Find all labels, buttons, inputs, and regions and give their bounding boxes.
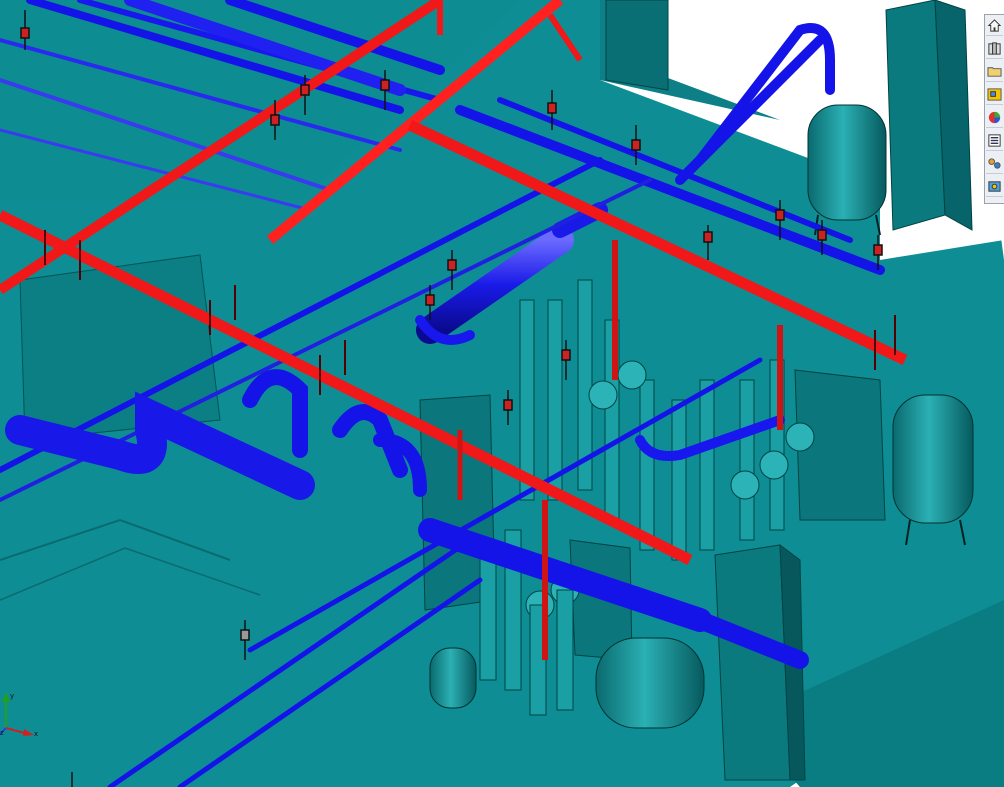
task-pane-tab-design-library[interactable] xyxy=(986,38,1003,59)
task-pane-tab-file-explorer[interactable] xyxy=(986,61,1003,82)
y-axis-label: y xyxy=(10,692,14,700)
z-axis-label: z xyxy=(0,729,4,736)
x-axis-arrow xyxy=(23,729,34,736)
file-explorer-icon xyxy=(987,66,1002,77)
model-scene[interactable] xyxy=(0,0,1004,787)
appearances-icon xyxy=(988,111,1001,123)
task-pane-tab-recognition[interactable] xyxy=(986,176,1003,197)
task-pane-tab-appearances[interactable] xyxy=(986,107,1003,128)
view-palette-icon xyxy=(987,87,1002,101)
x-axis-label: x xyxy=(34,730,38,736)
home-icon xyxy=(987,18,1002,32)
task-pane-tab-home[interactable] xyxy=(986,15,1003,36)
pressure-tank xyxy=(429,647,477,709)
task-pane-tab-custom-properties[interactable] xyxy=(986,130,1003,151)
custom-properties-icon xyxy=(988,133,1001,147)
task-pane[interactable] xyxy=(984,14,1004,204)
horizontal-tank xyxy=(595,637,705,729)
forum-icon xyxy=(988,157,1001,169)
recognition-icon xyxy=(988,180,1001,192)
design-library-icon xyxy=(988,41,1001,55)
y-axis-arrow xyxy=(2,692,10,702)
task-pane-tab-forum[interactable] xyxy=(986,153,1003,174)
task-pane-tab-view-palette[interactable] xyxy=(986,84,1003,105)
graphics-viewport[interactable]: x y z xyxy=(0,0,1004,787)
reference-triad[interactable]: x y z xyxy=(0,690,44,736)
